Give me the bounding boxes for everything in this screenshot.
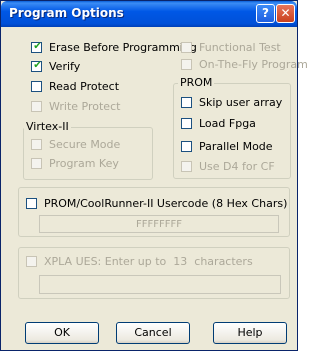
close-icon[interactable]: ✕ [276, 4, 295, 23]
write-protect-checkbox[interactable]: Write Protect [31, 100, 131, 114]
erase-before-programming-label: Erase Before Programming [49, 41, 197, 54]
prom-group-title: PROM [178, 76, 215, 89]
checkbox-icon[interactable] [181, 97, 192, 108]
prom-group: PROM Skip user array Load Fpga Parallel … [173, 77, 291, 179]
checkbox-icon[interactable] [181, 42, 192, 53]
virtex-ii-group-title: Virtex-II [24, 120, 71, 133]
xpla-ues-checkbox[interactable]: XPLA UES: Enter up to 13 characters [26, 255, 286, 269]
checkbox-icon[interactable] [26, 256, 37, 267]
parallel-mode-checkbox[interactable]: Parallel Mode [181, 140, 286, 154]
xpla-ues-input[interactable] [39, 275, 281, 294]
program-options-dialog: Program Options ? ✕ ✔ Erase Before Progr… [0, 0, 308, 351]
functional-test-label: Functional Test [199, 41, 281, 54]
title-bar[interactable]: Program Options ? ✕ [1, 1, 297, 27]
virtex-ii-group: Virtex-II Secure Mode Program Key [23, 121, 153, 180]
check-mark-icon: ✔ [33, 60, 42, 71]
on-the-fly-program-checkbox[interactable]: On-The-Fly Program [181, 58, 308, 72]
checkbox-icon[interactable] [31, 101, 42, 112]
checkbox-icon[interactable] [181, 161, 192, 172]
checkbox-icon[interactable]: ✔ [31, 41, 42, 53]
program-key-checkbox[interactable]: Program Key [31, 157, 146, 171]
read-protect-label: Read Protect [49, 80, 120, 93]
use-d4-for-cf-checkbox[interactable]: Use D4 for CF [181, 160, 286, 174]
skip-user-array-label: Skip user array [199, 96, 283, 109]
dialog-title: Program Options [9, 6, 124, 20]
erase-before-programming-checkbox[interactable]: ✔ Erase Before Programming [31, 41, 197, 55]
usercode-checkbox[interactable]: PROM/CoolRunner-II Usercode (8 Hex Chars… [26, 197, 288, 211]
verify-label: Verify [49, 60, 81, 73]
checkbox-icon[interactable] [181, 141, 192, 152]
checkbox-icon[interactable] [181, 118, 192, 129]
help-icon[interactable]: ? [256, 4, 275, 23]
read-protect-checkbox[interactable]: Read Protect [31, 80, 131, 94]
load-fpga-label: Load Fpga [199, 117, 256, 130]
write-protect-label: Write Protect [49, 100, 121, 113]
load-fpga-checkbox[interactable]: Load Fpga [181, 117, 286, 131]
verify-checkbox[interactable]: ✔ Verify [31, 60, 131, 74]
usercode-label: PROM/CoolRunner-II Usercode (8 Hex Chars… [44, 197, 288, 210]
use-d4-for-cf-label: Use D4 for CF [199, 160, 275, 173]
checkbox-icon[interactable] [31, 158, 42, 169]
xpla-ues-group: XPLA UES: Enter up to 13 characters [18, 247, 290, 299]
skip-user-array-checkbox[interactable]: Skip user array [181, 96, 286, 110]
on-the-fly-program-label: On-The-Fly Program [199, 58, 308, 71]
cancel-button[interactable]: Cancel [116, 322, 190, 344]
functional-test-checkbox[interactable]: Functional Test [181, 41, 291, 55]
secure-mode-checkbox[interactable]: Secure Mode [31, 138, 146, 152]
checkbox-icon[interactable] [181, 59, 192, 70]
secure-mode-label: Secure Mode [49, 138, 121, 151]
program-key-label: Program Key [49, 157, 119, 170]
xpla-ues-label: XPLA UES: Enter up to 13 characters [44, 255, 253, 268]
checkbox-icon[interactable]: ✔ [31, 60, 42, 72]
checkbox-icon[interactable] [31, 81, 42, 92]
checkbox-icon[interactable] [31, 139, 42, 150]
checkbox-icon[interactable] [26, 198, 37, 209]
ok-button[interactable]: OK [25, 322, 99, 344]
usercode-group: PROM/CoolRunner-II Usercode (8 Hex Chars… [18, 187, 290, 237]
usercode-input[interactable]: FFFFFFFF [39, 215, 279, 233]
check-mark-icon: ✔ [33, 41, 42, 52]
parallel-mode-label: Parallel Mode [199, 140, 273, 153]
help-button[interactable]: Help [213, 322, 287, 344]
